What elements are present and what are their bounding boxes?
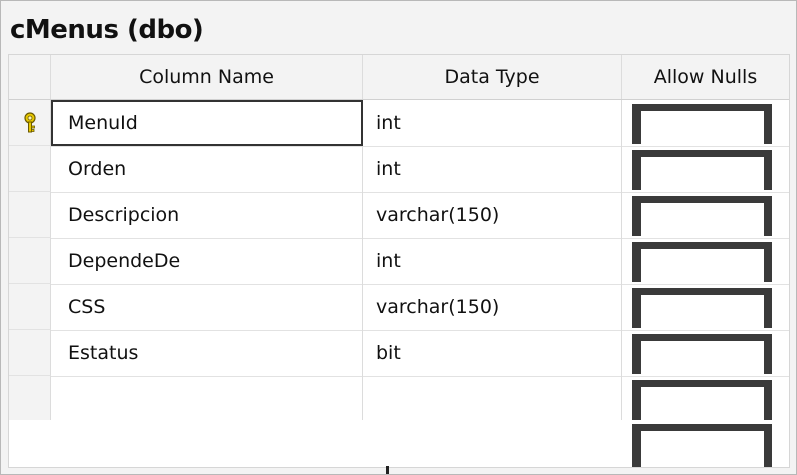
allow-nulls-cell[interactable] <box>622 146 789 192</box>
row-selector[interactable] <box>9 330 51 376</box>
table-designer-window: cMenus (dbo) Column Name Data Type Allow… <box>0 0 797 475</box>
column-name-cell[interactable]: CSS <box>51 284 363 330</box>
allow-nulls-checkbox[interactable] <box>632 334 772 374</box>
table-row[interactable]: DependeDe int <box>9 238 789 285</box>
allow-nulls-cell[interactable] <box>622 330 789 376</box>
column-name-cell[interactable] <box>51 376 363 422</box>
data-type-cell[interactable]: int <box>363 146 622 192</box>
row-selector[interactable] <box>9 284 51 330</box>
table-row[interactable]: Descripcion varchar(150) <box>9 192 789 239</box>
allow-nulls-checkbox[interactable] <box>632 288 772 328</box>
grid-empty-area <box>9 420 789 467</box>
allow-nulls-checkbox[interactable] <box>632 380 772 420</box>
row-selector[interactable] <box>9 192 51 238</box>
data-type-cell[interactable]: int <box>363 100 622 146</box>
connector-tick <box>386 466 389 474</box>
data-type-cell[interactable]: varchar(150) <box>363 192 622 238</box>
table-row[interactable]: CSS varchar(150) <box>9 284 789 331</box>
allow-nulls-cell[interactable] <box>622 192 789 238</box>
table-row[interactable]: Estatus bit <box>9 330 789 377</box>
allow-nulls-checkbox[interactable] <box>632 104 772 144</box>
allow-nulls-cell[interactable] <box>622 376 789 422</box>
key-icon <box>23 111 36 132</box>
column-name-cell[interactable]: Descripcion <box>51 192 363 238</box>
allow-nulls-checkbox[interactable] <box>632 242 772 282</box>
allow-nulls-cell[interactable] <box>622 420 789 467</box>
row-selector[interactable] <box>9 146 51 192</box>
columns-grid: Column Name Data Type Allow Nulls MenuId… <box>8 54 790 468</box>
allow-nulls-checkbox[interactable] <box>632 424 772 467</box>
table-row[interactable] <box>9 376 789 423</box>
data-type-header[interactable]: Data Type <box>363 55 622 99</box>
table-title: cMenus (dbo) <box>10 15 204 45</box>
column-name-cell[interactable]: MenuId <box>51 100 363 146</box>
data-type-cell[interactable] <box>363 376 622 422</box>
allow-nulls-cell[interactable] <box>622 238 789 284</box>
row-selector-header <box>9 55 51 99</box>
data-type-cell[interactable]: bit <box>363 330 622 376</box>
row-selector[interactable] <box>9 100 51 146</box>
table-row[interactable]: Orden int <box>9 146 789 193</box>
allow-nulls-cell[interactable] <box>622 100 789 146</box>
column-name-header[interactable]: Column Name <box>51 55 363 99</box>
allow-nulls-cell[interactable] <box>622 284 789 330</box>
data-type-cell[interactable]: int <box>363 238 622 284</box>
row-selector[interactable] <box>9 376 51 422</box>
allow-nulls-checkbox[interactable] <box>632 196 772 236</box>
grid-header: Column Name Data Type Allow Nulls <box>9 55 789 100</box>
column-name-cell[interactable]: Orden <box>51 146 363 192</box>
row-selector[interactable] <box>9 238 51 284</box>
allow-nulls-header[interactable]: Allow Nulls <box>622 55 789 99</box>
data-type-cell[interactable]: varchar(150) <box>363 284 622 330</box>
column-name-cell[interactable]: DependeDe <box>51 238 363 284</box>
allow-nulls-checkbox[interactable] <box>632 150 772 190</box>
column-name-cell[interactable]: Estatus <box>51 330 363 376</box>
table-row[interactable]: MenuId int <box>9 100 789 147</box>
